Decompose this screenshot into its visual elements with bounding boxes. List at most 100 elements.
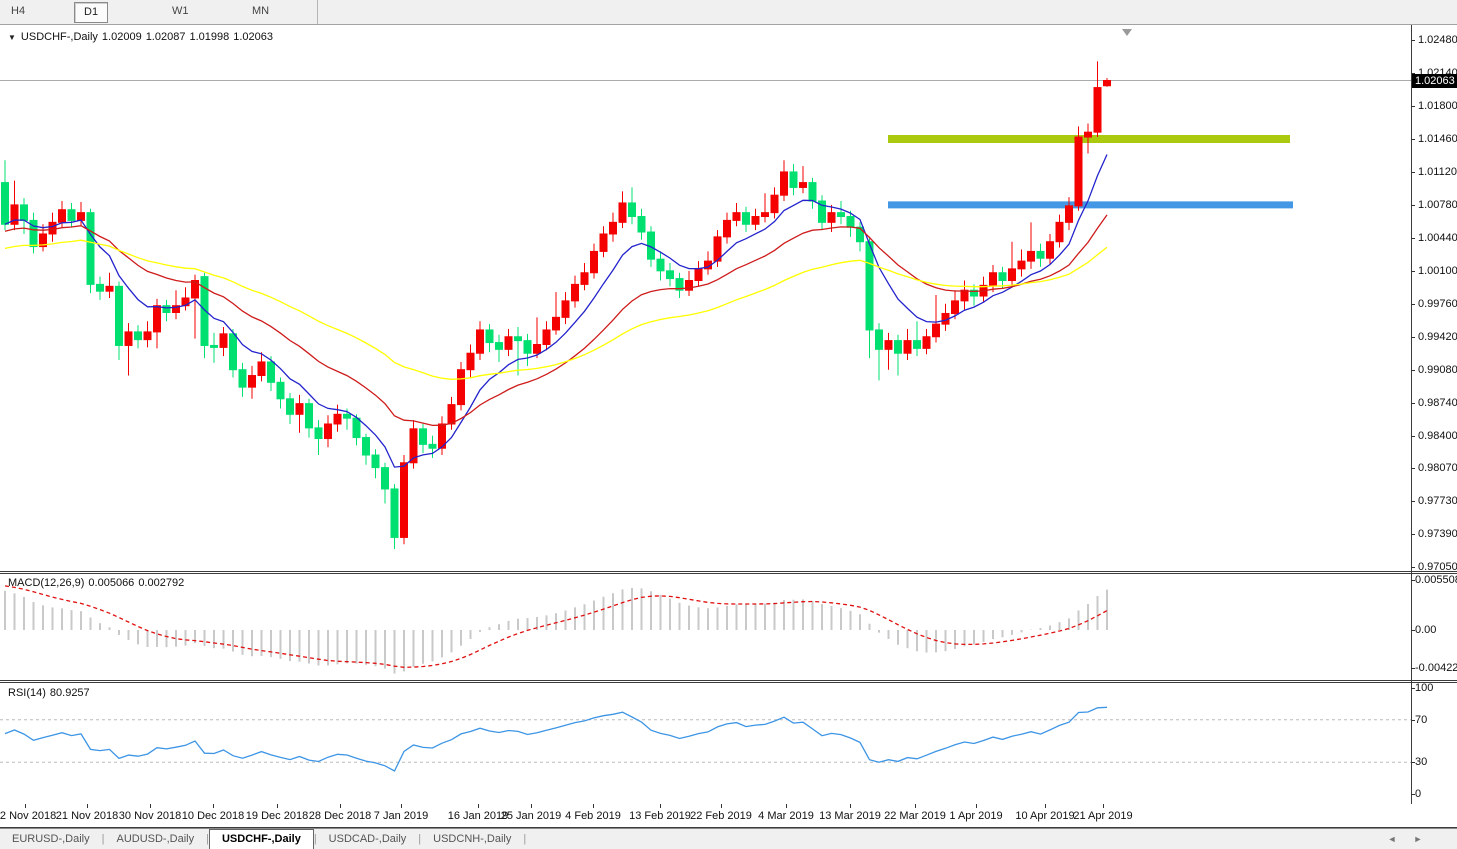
candle-body <box>876 330 883 349</box>
candle-body <box>515 337 522 341</box>
low-value: 1.01998 <box>189 31 229 43</box>
candle-body <box>885 341 892 350</box>
candle-body <box>363 438 370 455</box>
candle-body <box>68 210 75 221</box>
candle-body <box>391 489 398 537</box>
rsi-name: RSI(14) <box>8 687 46 699</box>
candle-body <box>657 259 664 271</box>
close-value: 1.02063 <box>233 31 273 43</box>
candle-body <box>505 337 512 350</box>
candle-body <box>923 337 930 349</box>
candle-body <box>258 362 265 376</box>
candle-body <box>1009 269 1016 281</box>
candle-body <box>125 332 132 346</box>
candle-body <box>467 353 474 369</box>
candle-body <box>429 444 436 448</box>
macd-label: MACD(12,26,9) 0.005066 0.002792 <box>8 577 188 589</box>
macd-name: MACD(12,26,9) <box>8 577 84 589</box>
candle-body <box>667 271 674 279</box>
candle-body <box>458 370 465 405</box>
candle-body <box>857 227 864 242</box>
candle-body <box>904 341 911 354</box>
candle-body <box>572 284 579 300</box>
candle-body <box>743 213 750 225</box>
candle-body <box>790 172 797 188</box>
candle-body <box>562 301 569 317</box>
candle-body <box>296 404 303 415</box>
candle-body <box>486 330 493 343</box>
candle-body <box>477 330 484 353</box>
candle-body <box>1075 137 1082 206</box>
chart-header: ▼USDCHF-,Daily1.020091.020871.019981.020… <box>8 31 277 43</box>
candle-body <box>914 341 921 349</box>
candle-body <box>315 428 322 439</box>
candle-body <box>952 301 959 314</box>
candle-body <box>638 217 645 233</box>
candle-body <box>135 332 142 340</box>
candle-body <box>1028 251 1035 261</box>
candle-body <box>325 424 332 439</box>
candle-body <box>553 317 560 330</box>
candle-body <box>448 405 455 424</box>
rsi-label: RSI(14) 80.9257 <box>8 687 94 699</box>
candle-body <box>1047 242 1054 258</box>
symbol-label: USDCHF-,Daily <box>21 31 98 43</box>
high-value: 1.02087 <box>146 31 186 43</box>
chart-shift-marker-icon <box>1122 29 1132 36</box>
candle-body <box>695 269 702 281</box>
terminal-window: H4D1W1MN ▼USDCHF-,Daily1.020091.020871.0… <box>0 0 1457 849</box>
candle-body <box>1094 88 1101 133</box>
candle-body <box>600 234 607 251</box>
candle-body <box>420 429 427 445</box>
candle-body <box>933 324 940 337</box>
candle-body <box>154 306 161 332</box>
candle-body <box>220 334 227 348</box>
candle-body <box>591 251 598 272</box>
rsi-value: 80.9257 <box>50 687 90 699</box>
candle-body <box>752 217 759 225</box>
candle-body <box>59 210 66 223</box>
chart-canvas[interactable] <box>0 0 1457 849</box>
candle-body <box>163 306 170 313</box>
candle-body <box>1018 261 1025 269</box>
candle-body <box>534 344 541 353</box>
candle-body <box>334 414 341 424</box>
macd-signal-value: 0.002792 <box>138 577 184 589</box>
candle-body <box>1066 206 1073 222</box>
candle-body <box>49 222 56 234</box>
candle-body <box>771 195 778 212</box>
candle-body <box>828 213 835 223</box>
candle-body <box>581 273 588 285</box>
rsi-line <box>5 707 1107 771</box>
candle-body <box>2 183 9 225</box>
candle-body <box>496 343 503 350</box>
candle-body <box>838 213 845 217</box>
candle-body <box>800 183 807 188</box>
candle-body <box>116 286 123 345</box>
candle-body <box>990 273 997 286</box>
candle-body <box>847 217 854 228</box>
candle-body <box>211 345 218 347</box>
candle-body <box>287 399 294 415</box>
candle-body <box>866 242 873 330</box>
candle-body <box>144 332 151 340</box>
candle-body <box>97 284 104 291</box>
collapse-icon[interactable]: ▼ <box>8 33 16 42</box>
candle-body <box>1085 132 1092 137</box>
candle-body <box>1056 222 1063 241</box>
candle-body <box>1104 81 1111 86</box>
candle-body <box>999 273 1006 281</box>
candle-body <box>724 220 731 236</box>
candle-body <box>781 172 788 195</box>
candle-body <box>249 376 256 388</box>
candle-body <box>268 362 275 382</box>
candle-body <box>306 404 313 428</box>
macd-main-value: 0.005066 <box>88 577 134 589</box>
current-price-badge: 1.02063 <box>1412 74 1457 88</box>
candle-body <box>762 213 769 217</box>
candle-body <box>543 330 550 345</box>
candle-body <box>21 205 28 221</box>
candle-body <box>106 286 113 291</box>
candle-body <box>401 463 408 538</box>
candle-body <box>353 418 360 437</box>
